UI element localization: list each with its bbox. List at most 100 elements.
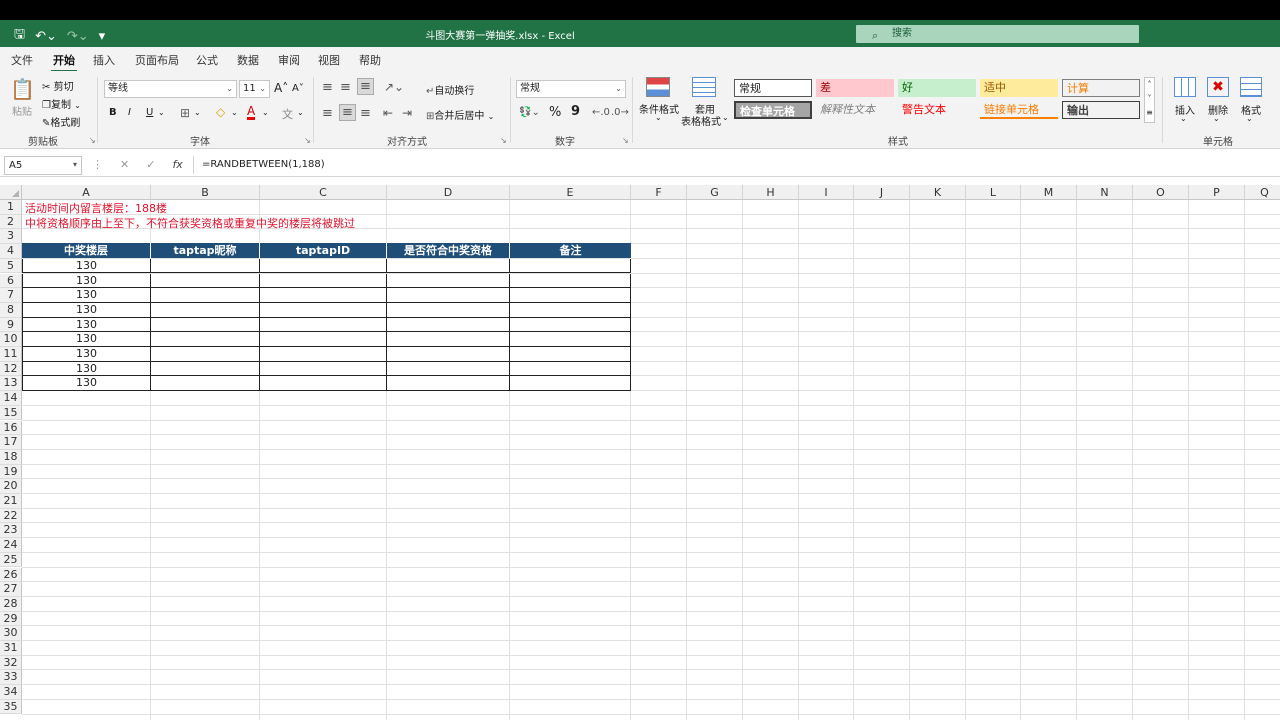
table-cell[interactable]	[510, 361, 631, 377]
align-bottom-icon[interactable]: ≡	[357, 78, 374, 95]
row-header-5[interactable]: 5	[0, 258, 22, 274]
tab-review[interactable]: 审阅	[278, 52, 300, 68]
row-header-9[interactable]: 9	[0, 317, 22, 333]
select-all-corner[interactable]	[0, 185, 22, 200]
style-calculation[interactable]: 计算	[1062, 79, 1140, 97]
table-cell[interactable]	[151, 258, 260, 274]
row-header-25[interactable]: 25	[0, 552, 22, 568]
styles-scroll[interactable]: ˄ ˅ ≡	[1144, 77, 1155, 123]
row-header-13[interactable]: 13	[0, 376, 22, 392]
table-header-eligible[interactable]: 是否符合中奖资格	[387, 243, 510, 258]
floor-cell[interactable]: 130	[22, 347, 151, 362]
insert-function-icon[interactable]: fx	[172, 158, 182, 171]
table-cell[interactable]	[387, 273, 510, 289]
format-as-table-icon[interactable]	[692, 77, 716, 97]
chevron-down-icon[interactable]: ⌄	[231, 108, 238, 117]
table-cell[interactable]	[510, 347, 631, 362]
row-header-34[interactable]: 34	[0, 685, 22, 700]
row-header-1[interactable]: 1	[0, 200, 22, 215]
column-header-e[interactable]: E	[510, 185, 631, 200]
chevron-down-icon[interactable]: ⌄	[1213, 114, 1220, 123]
format-as-table-button[interactable]: 表格格式	[681, 113, 721, 128]
row-header-18[interactable]: 18	[0, 449, 22, 465]
number-launcher-icon[interactable]: ↘	[622, 136, 629, 145]
font-launcher-icon[interactable]: ↘	[304, 136, 311, 145]
column-header-f[interactable]: F	[631, 185, 687, 200]
table-cell[interactable]	[260, 376, 387, 392]
comma-style-button[interactable]: 9	[571, 104, 580, 119]
tab-data[interactable]: 数据	[237, 52, 259, 68]
row-header-16[interactable]: 16	[0, 420, 22, 436]
border-icon[interactable]: ⊞	[180, 106, 190, 120]
column-header-b[interactable]: B	[151, 185, 260, 200]
row-header-27[interactable]: 27	[0, 582, 22, 597]
floor-cell[interactable]: 130	[22, 288, 151, 303]
row-header-7[interactable]: 7	[0, 288, 22, 303]
table-header-floor[interactable]: 中奖楼层	[22, 243, 151, 258]
increase-indent-icon[interactable]: ⇥	[402, 106, 412, 120]
column-header-j[interactable]: J	[854, 185, 910, 200]
tab-view[interactable]: 视图	[318, 52, 340, 68]
bold-button[interactable]: B	[109, 107, 117, 118]
row-header-26[interactable]: 26	[0, 567, 22, 583]
table-cell[interactable]	[151, 361, 260, 377]
tab-file[interactable]: 文件	[11, 52, 33, 68]
chevron-down-icon[interactable]: ⌄	[297, 108, 304, 117]
table-cell[interactable]	[387, 258, 510, 274]
tab-help[interactable]: 帮助	[359, 52, 381, 68]
chevron-down-icon[interactable]: ⌄	[722, 113, 729, 122]
floor-cell[interactable]: 130	[22, 258, 151, 274]
row-header-19[interactable]: 19	[0, 464, 22, 480]
table-cell[interactable]	[151, 317, 260, 333]
font-color-icon[interactable]: A	[247, 105, 256, 120]
enter-icon[interactable]: ✓	[146, 158, 155, 171]
row-header-17[interactable]: 17	[0, 435, 22, 450]
table-cell[interactable]	[510, 273, 631, 289]
style-neutral[interactable]: 适中	[980, 79, 1058, 97]
row-header-14[interactable]: 14	[0, 391, 22, 406]
align-left-icon[interactable]: ≡	[322, 106, 333, 121]
underline-button[interactable]: U	[146, 107, 153, 118]
row-header-21[interactable]: 21	[0, 494, 22, 509]
table-cell[interactable]	[387, 347, 510, 362]
paste-icon[interactable]: 📋	[10, 77, 35, 101]
row-header-8[interactable]: 8	[0, 302, 22, 318]
row-header-6[interactable]: 6	[0, 273, 22, 289]
column-header-l[interactable]: L	[966, 185, 1021, 200]
table-header-taptap-id[interactable]: taptapID	[260, 243, 387, 258]
row-header-28[interactable]: 28	[0, 596, 22, 612]
style-warning[interactable]: 警告文本	[898, 101, 976, 119]
table-cell[interactable]	[260, 361, 387, 377]
cancel-icon[interactable]: ✕	[120, 158, 129, 171]
row-header-29[interactable]: 29	[0, 611, 22, 627]
table-cell[interactable]	[151, 347, 260, 362]
copy-button[interactable]: ❐复制 ⌄	[42, 96, 81, 111]
row-header-3[interactable]: 3	[0, 229, 22, 245]
table-cell[interactable]	[387, 376, 510, 392]
table-cell[interactable]	[260, 273, 387, 289]
table-header-nickname[interactable]: taptap昵称	[151, 243, 260, 258]
column-header-i[interactable]: I	[799, 185, 854, 200]
row-header-10[interactable]: 10	[0, 332, 22, 347]
tab-insert[interactable]: 插入	[93, 52, 115, 68]
tab-page-layout[interactable]: 页面布局	[135, 52, 179, 68]
row-header-12[interactable]: 12	[0, 361, 22, 377]
column-header-p[interactable]: P	[1189, 185, 1245, 200]
chevron-down-icon[interactable]: ⌄	[262, 108, 269, 117]
format-painter-button[interactable]: ✎格式刷	[42, 114, 80, 129]
column-header-d[interactable]: D	[387, 185, 510, 200]
floor-cell[interactable]: 130	[22, 302, 151, 318]
wrap-text-button[interactable]: ↵自动换行	[426, 82, 474, 97]
floor-cell[interactable]: 130	[22, 317, 151, 333]
decrease-decimal-icon[interactable]: .0→	[611, 107, 629, 118]
row-header-32[interactable]: 32	[0, 655, 22, 671]
orientation-icon[interactable]: ↗⌄	[384, 80, 404, 94]
row-header-31[interactable]: 31	[0, 641, 22, 656]
column-header-k[interactable]: K	[910, 185, 966, 200]
name-box[interactable]: A5 ▾	[4, 156, 82, 175]
tab-formulas[interactable]: 公式	[196, 52, 218, 68]
table-cell[interactable]	[510, 288, 631, 303]
row-header-30[interactable]: 30	[0, 626, 22, 641]
align-top-icon[interactable]: ≡	[322, 80, 333, 95]
column-header-n[interactable]: N	[1077, 185, 1133, 200]
